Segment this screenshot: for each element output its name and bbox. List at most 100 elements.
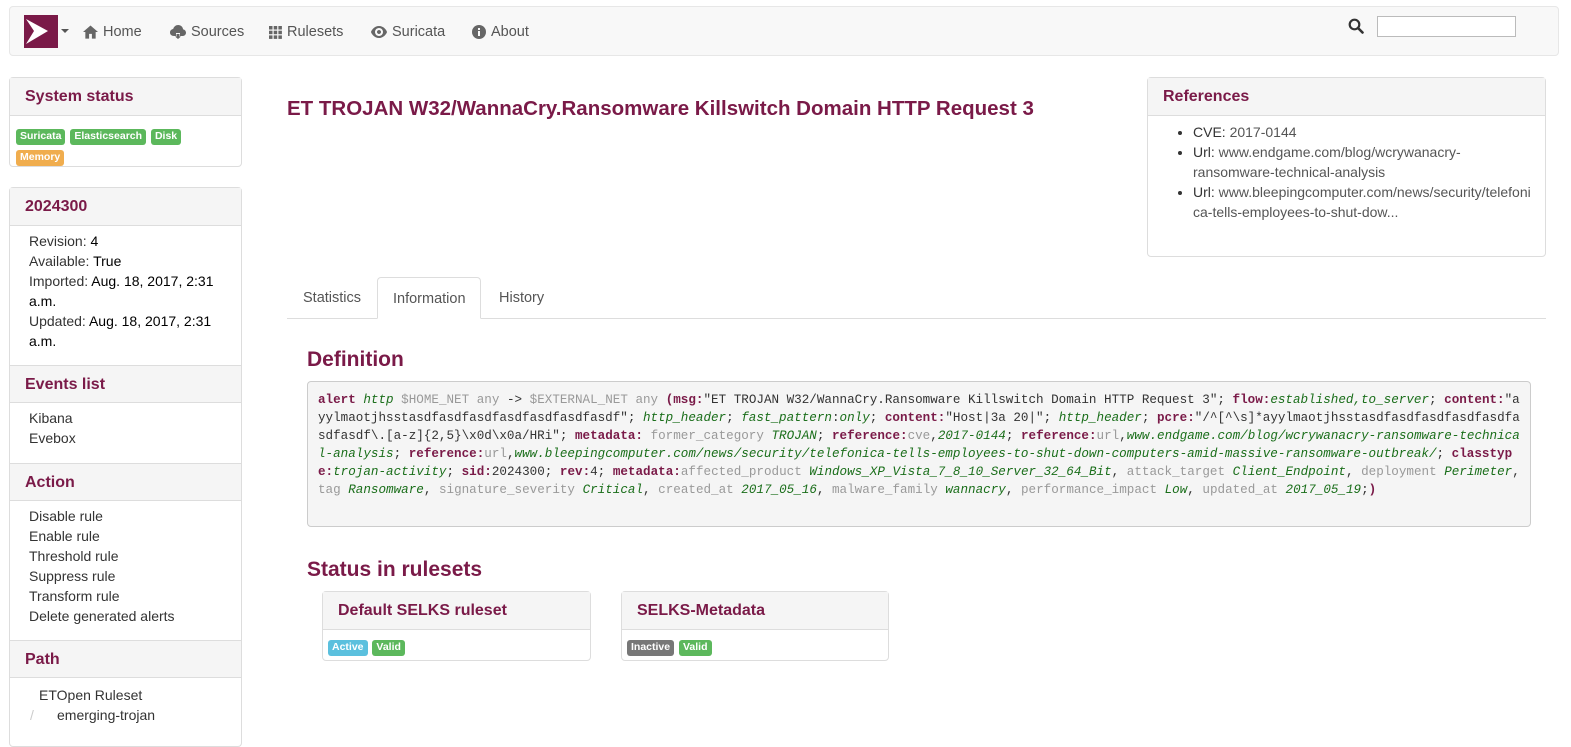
status-badge-valid: Valid (372, 640, 405, 656)
revision-label: Revision: (29, 233, 87, 249)
system-status-badges: Suricata Elasticsearch Disk Memory (10, 116, 241, 166)
code-text: ; (869, 411, 885, 425)
action-disable-rule[interactable]: Disable rule (29, 508, 103, 524)
ruleset-name[interactable]: SELKS-Metadata (622, 592, 888, 630)
action-delete-alerts[interactable]: Delete generated alerts (29, 608, 175, 624)
nav-suricata-label: Suricata (392, 24, 446, 40)
code-keyword: content: (884, 411, 946, 425)
code-text: ; (1361, 483, 1369, 497)
tab-information[interactable]: Information (377, 277, 481, 319)
rule-available: Available: True (29, 251, 222, 271)
code-text: ; (1005, 429, 1021, 443)
code-text: "ET TROJAN W32/WannaCry.Ransomware Kills… (703, 393, 1233, 407)
search-icon[interactable] (1348, 18, 1364, 34)
code-text: , (1005, 483, 1021, 497)
action-suppress-rule[interactable]: Suppress rule (29, 568, 115, 584)
status-badge-valid: Valid (679, 640, 712, 656)
tab-history[interactable]: History (484, 277, 559, 319)
code-variable: $EXTERNAL_NET any (529, 393, 659, 407)
reference-link-endgame[interactable]: www.endgame.com/blog/wcrywanacry-ransomw… (1193, 144, 1461, 180)
cloud-download-icon (170, 25, 186, 39)
path-item-emerging-trojan[interactable]: emerging-trojan (57, 707, 155, 723)
code-variable: url (1096, 429, 1120, 443)
code-paren: ) (1368, 483, 1377, 497)
code-variable: affected_product (680, 465, 802, 479)
path-separator: / (30, 707, 34, 723)
action-threshold-rule[interactable]: Threshold rule (29, 548, 119, 564)
rule-sidebar-panel: 2024300 Revision: 4 Available: True Impo… (9, 187, 242, 747)
code-value: Perimeter (1444, 465, 1513, 479)
nav-rulesets[interactable]: Rulesets (269, 23, 343, 41)
code-keyword: flow: (1232, 393, 1271, 407)
code-text: 2024300; (491, 465, 560, 479)
code-value: http (363, 393, 394, 407)
code-keyword: rev: (559, 465, 591, 479)
code-value: 2017-0144 (937, 429, 1006, 443)
code-value: established,to_server (1270, 393, 1430, 407)
nav-sources[interactable]: Sources (170, 23, 244, 41)
code-keyword: content: (1444, 393, 1505, 407)
imported-label: Imported: (29, 273, 89, 289)
events-link-evebox[interactable]: Evebox (29, 430, 76, 446)
code-text: , (506, 447, 515, 461)
code-keyword: alert (318, 393, 356, 407)
available-value: True (93, 253, 122, 269)
code-text: ; (446, 465, 462, 479)
code-text: , (1345, 465, 1362, 479)
status-badge-suricata: Suricata (16, 129, 66, 145)
nav-suricata[interactable]: Suricata (371, 23, 445, 41)
code-text: ; (726, 411, 742, 425)
code-keyword: reference: (1020, 429, 1097, 443)
code-value: TROJAN (771, 429, 817, 443)
status-badge-elasticsearch: Elasticsearch (70, 129, 147, 145)
nav-about[interactable]: About (472, 23, 529, 41)
ruleset-name[interactable]: Default SELKS ruleset (323, 592, 590, 630)
code-keyword: reference: (831, 429, 908, 443)
events-list: Kibana Evebox (10, 403, 241, 463)
code-text: , (643, 483, 659, 497)
path-item-etopen[interactable]: ETOpen Ruleset (39, 687, 142, 703)
reference-link-cve[interactable]: 2017-0144 (1230, 124, 1297, 140)
code-value: only (839, 411, 870, 425)
nav-home[interactable]: Home (83, 23, 142, 41)
code-variable: updated_at (1202, 483, 1278, 497)
code-value: wannacry (945, 483, 1006, 497)
code-text: ; (1436, 447, 1452, 461)
code-variable: url (484, 447, 507, 461)
code-keyword: sid: (461, 465, 492, 479)
action-enable-rule[interactable]: Enable rule (29, 528, 100, 544)
rule-details: Revision: 4 Available: True Imported: Au… (10, 226, 241, 365)
rule-revision: Revision: 4 (29, 231, 222, 251)
status-in-rulesets-title: Status in rulesets (307, 558, 483, 581)
nav-about-label: About (491, 24, 529, 40)
search-input[interactable] (1377, 16, 1516, 37)
info-icon (472, 25, 486, 39)
events-link-kibana[interactable]: Kibana (29, 410, 73, 426)
revision-value: 4 (90, 233, 99, 249)
brand-caret-icon[interactable] (61, 29, 69, 33)
reference-item: CVE: 2017-0144 (1193, 122, 1535, 142)
code-text: ; (1429, 393, 1445, 407)
code-variable: attack_target (1126, 465, 1226, 479)
references-list: CVE: 2017-0144 Url: www.endgame.com/blog… (1148, 116, 1545, 232)
code-keyword: reference: (408, 447, 485, 461)
nav-home-label: Home (103, 24, 142, 40)
tab-statistics[interactable]: Statistics (288, 277, 376, 319)
references-panel: References CVE: 2017-0144 Url: www.endga… (1147, 77, 1546, 257)
code-value: Client_Endpoint (1232, 465, 1346, 479)
code-value: Critical (582, 483, 644, 497)
code-keyword: msg: (673, 393, 704, 407)
code-text: , (816, 483, 832, 497)
ruleset-card-default-selks: Default SELKS ruleset Active Valid (322, 591, 591, 661)
selks-logo-icon[interactable] (24, 15, 58, 48)
action-transform-rule[interactable]: Transform rule (29, 588, 120, 604)
rule-title: ET TROJAN W32/WannaCry.Ransomware Killsw… (287, 97, 1034, 120)
available-label: Available: (29, 253, 90, 269)
reference-link-bleepingcomputer[interactable]: www.bleepingcomputer.com/news/security/t… (1193, 184, 1531, 220)
action-title: Action (10, 463, 241, 501)
ruleset-card-selks-metadata: SELKS-Metadata Inactive Valid (621, 591, 889, 661)
code-value: Ransomware (348, 483, 424, 497)
